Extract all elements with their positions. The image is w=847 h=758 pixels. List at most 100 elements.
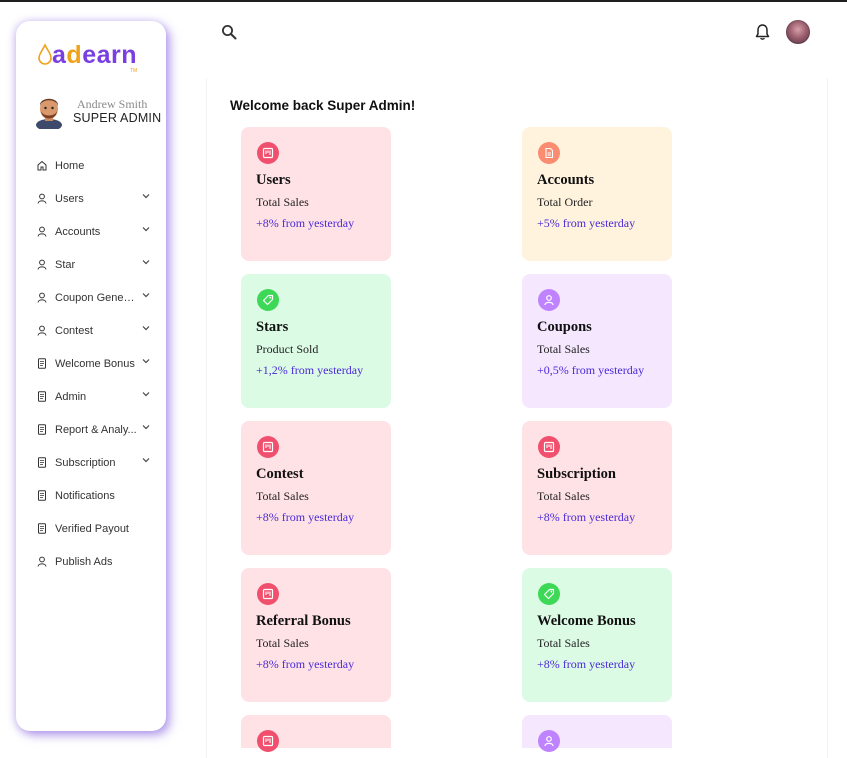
sidebar-item-label: Users: [55, 192, 84, 205]
sidebar-item-label: Home: [55, 159, 85, 172]
stat-card-partial[interactable]: [522, 715, 672, 752]
sidebar-item-accounts[interactable]: Accounts: [16, 215, 166, 248]
stat-card-partial[interactable]: [241, 715, 391, 752]
document-icon: [38, 457, 46, 468]
user-icon: [538, 730, 560, 752]
card-title: Stars: [256, 319, 289, 335]
stat-card-accounts[interactable]: Accounts Total Order +5% from yesterday: [522, 127, 672, 261]
card-change: +8% from yesterday: [256, 657, 355, 671]
sidebar-item-label: Report & Analy...: [55, 423, 137, 436]
app-logo[interactable]: adearn TM: [38, 41, 148, 75]
bell-icon[interactable]: [755, 23, 770, 41]
chevron-down-icon[interactable]: [142, 259, 150, 265]
tag-icon: [538, 583, 560, 605]
sidebar-item-verified-payout[interactable]: Verified Payout: [16, 512, 166, 545]
chevron-down-icon[interactable]: [142, 457, 150, 463]
user-icon: [37, 325, 47, 336]
board-icon: [257, 436, 279, 458]
sidebar-item-notifications[interactable]: Notifications: [16, 479, 166, 512]
sidebar-item-label: Verified Payout: [55, 522, 129, 535]
board-icon: [257, 142, 279, 164]
sidebar-item-admin[interactable]: Admin: [16, 380, 166, 413]
user-avatar[interactable]: [786, 20, 810, 44]
card-subtitle: Total Sales: [537, 636, 590, 650]
sidebar-item-label: Admin: [55, 390, 87, 403]
logo-wordmark: adearn: [52, 41, 137, 69]
user-icon: [37, 259, 47, 270]
sidebar-item-users[interactable]: Users: [16, 182, 166, 215]
card-title: Accounts: [537, 172, 595, 188]
card-title: Welcome Bonus: [537, 613, 636, 629]
card-change: +1,2% from yesterday: [256, 363, 364, 377]
sidebar-item-label: Publish Ads: [55, 555, 113, 568]
card-subtitle: Product Sold: [256, 342, 319, 356]
chevron-down-icon[interactable]: [142, 193, 150, 199]
sidebar-item-label: Accounts: [55, 225, 101, 238]
card-title: Subscription: [537, 466, 616, 482]
card-change: +0,5% from yesterday: [537, 363, 645, 377]
chevron-down-icon[interactable]: [142, 391, 150, 397]
chevron-down-icon[interactable]: [142, 358, 150, 364]
stat-card-coupons[interactable]: Coupons Total Sales +0,5% from yesterday: [522, 274, 672, 408]
user-icon: [37, 193, 47, 204]
search-icon[interactable]: [221, 24, 237, 40]
chevron-down-icon[interactable]: [142, 292, 150, 298]
sidebar-item-star[interactable]: Star: [16, 248, 166, 281]
avatar: [36, 98, 62, 129]
user-profile[interactable]: Andrew Smith SUPER ADMIN: [34, 95, 166, 141]
sidebar-item-label: Star: [55, 258, 76, 271]
document-icon: [538, 142, 560, 164]
sidebar-item-label: Subscription: [55, 456, 116, 469]
profile-role: SUPER ADMIN: [73, 111, 162, 125]
card-title: Contest: [256, 466, 304, 482]
card-subtitle: Total Sales: [256, 489, 309, 503]
stat-card-stars[interactable]: Stars Product Sold +1,2% from yesterday: [241, 274, 391, 408]
card-change: +8% from yesterday: [537, 510, 636, 524]
chevron-down-icon[interactable]: [142, 424, 150, 430]
card-change: +5% from yesterday: [537, 216, 636, 230]
profile-name: Andrew Smith: [77, 97, 148, 111]
stat-card-referral-bonus[interactable]: Referral Bonus Total Sales +8% from yest…: [241, 568, 391, 702]
user-icon: [538, 289, 560, 311]
window-top-border: [0, 0, 847, 2]
user-icon: [37, 226, 47, 237]
board-icon: [257, 730, 279, 752]
card-subtitle: Total Sales: [256, 195, 309, 209]
chevron-down-icon[interactable]: [142, 325, 150, 331]
card-subtitle: Total Sales: [537, 489, 590, 503]
card-subtitle: Total Sales: [537, 342, 590, 356]
sidebar-item-publish-ads[interactable]: Publish Ads: [16, 545, 166, 578]
sidebar-item-label: Welcome Bonus: [55, 357, 135, 370]
sidebar-item-home[interactable]: Home: [16, 149, 166, 182]
card-subtitle: Total Sales: [256, 636, 309, 650]
sidebar-item-coupon-generator[interactable]: Coupon Genera...: [16, 281, 166, 314]
board-icon: [538, 436, 560, 458]
document-icon: [38, 424, 46, 435]
board-icon: [257, 583, 279, 605]
stat-card-contest[interactable]: Contest Total Sales +8% from yesterday: [241, 421, 391, 555]
stat-card-subscription[interactable]: Subscription Total Sales +8% from yester…: [522, 421, 672, 555]
sidebar-item-contest[interactable]: Contest: [16, 314, 166, 347]
sidebar-item-label: Notifications: [55, 489, 115, 502]
logo-drop-icon: [38, 43, 52, 65]
welcome-heading: Welcome back Super Admin!: [230, 98, 416, 113]
card-change: +8% from yesterday: [256, 216, 355, 230]
sidebar-item-label: Contest: [55, 324, 93, 337]
card-title: Coupons: [537, 319, 592, 335]
stat-card-users[interactable]: Users Total Sales +8% from yesterday: [241, 127, 391, 261]
chevron-down-icon[interactable]: [142, 226, 150, 232]
sidebar-item-welcome-bonus[interactable]: Welcome Bonus: [16, 347, 166, 380]
card-change: +8% from yesterday: [537, 657, 636, 671]
tag-icon: [257, 289, 279, 311]
document-icon: [38, 391, 46, 402]
logo-trademark: TM: [130, 68, 138, 74]
sidebar: adearn TM Andrew Smith SUPER ADMIN Home …: [16, 21, 166, 731]
sidebar-item-subscription[interactable]: Subscription: [16, 446, 166, 479]
card-title: Referral Bonus: [256, 613, 351, 629]
sidebar-item-report-analytics[interactable]: Report & Analy...: [16, 413, 166, 446]
card-title: Users: [256, 172, 291, 188]
user-icon: [37, 292, 47, 303]
document-icon: [38, 358, 46, 369]
sidebar-nav: Home Users Accounts Star Coupon Genera..…: [16, 149, 166, 578]
stat-card-welcome-bonus[interactable]: Welcome Bonus Total Sales +8% from yeste…: [522, 568, 672, 702]
